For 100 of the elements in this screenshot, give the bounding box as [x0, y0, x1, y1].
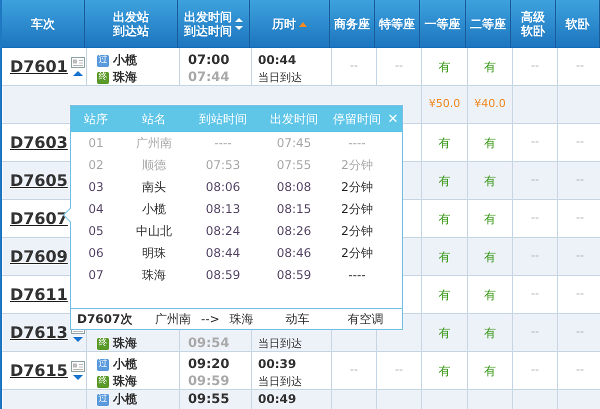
- arrival-station: 珠海: [113, 336, 137, 351]
- column-heading: 出发站 到达站: [113, 10, 149, 38]
- seat-availability: 有: [438, 134, 450, 152]
- route-arrow: -->: [201, 311, 220, 328]
- departure-time: 07:45: [276, 135, 312, 152]
- stop-number: 04: [87, 201, 105, 218]
- column-heading: 出发时间 到达时间: [184, 10, 232, 38]
- seat-availability: --: [531, 286, 539, 302]
- column-heading: 出发时间: [269, 111, 319, 128]
- seat-availability: --: [531, 324, 539, 340]
- arrival-time: 09:54: [188, 336, 230, 351]
- seat-availability: --: [395, 362, 403, 378]
- station-name: 中山北: [135, 223, 173, 240]
- train-number-link[interactable]: D7611: [10, 282, 68, 306]
- departure-time: 09:55: [188, 392, 230, 407]
- arrival-time: 08:59: [204, 267, 242, 284]
- column-heading: 一等座: [424, 17, 460, 31]
- arrival-station: 珠海: [113, 374, 137, 389]
- stop-duration: 2分钟: [340, 223, 374, 240]
- stop-duration: 2分钟: [340, 179, 374, 196]
- air-conditioning: 有空调: [348, 311, 384, 328]
- train-number-link[interactable]: D7615: [10, 358, 68, 382]
- seat-availability: 有: [484, 134, 496, 152]
- arrival-day: 当日到达: [258, 336, 331, 351]
- column-heading: 商务座: [334, 17, 370, 31]
- seat-availability: 有: [484, 324, 496, 342]
- station-name: 小榄: [141, 201, 167, 218]
- stop-duration: 2分钟: [340, 201, 374, 218]
- seat-availability: 有: [438, 248, 450, 266]
- column-heading: 二等座: [470, 17, 506, 31]
- expand-caret-icon[interactable]: [72, 337, 83, 342]
- seat-availability: 有: [438, 286, 450, 304]
- station-name: 顺德: [141, 157, 167, 174]
- departure-station: 小榄: [113, 392, 137, 407]
- seat-availability: --: [531, 248, 539, 264]
- duration: 00:44: [258, 53, 298, 68]
- seat-availability: --: [576, 210, 584, 226]
- station-name: 珠海: [141, 267, 167, 284]
- id-card-icon[interactable]: [70, 361, 85, 372]
- arrival-day: 当日到达: [258, 70, 331, 85]
- train-number-link[interactable]: D7605: [10, 168, 68, 192]
- stop-number: 02: [87, 157, 105, 174]
- sort-icon[interactable]: [235, 17, 243, 31]
- departure-time: 07:55: [276, 157, 312, 174]
- second-class-price: ¥40.0: [474, 96, 506, 112]
- column-heading: 站序: [83, 111, 109, 128]
- arrival-time: 08:13: [204, 201, 242, 218]
- train-number-link[interactable]: D7613: [10, 320, 68, 344]
- column-heading: 历时: [272, 17, 296, 31]
- stop-duration: 2分钟: [340, 157, 374, 174]
- expand-caret-icon[interactable]: [72, 375, 83, 380]
- seat-availability: --: [395, 58, 403, 74]
- first-class-price: ¥50.0: [428, 96, 460, 112]
- stop-number: 06: [87, 245, 105, 262]
- stop-number: 03: [87, 179, 105, 196]
- seat-availability: --: [576, 248, 584, 264]
- seat-availability: --: [531, 172, 539, 188]
- id-card-icon[interactable]: [70, 57, 85, 68]
- stop-duration: ----: [347, 135, 367, 152]
- duration: 00:49: [258, 392, 298, 407]
- duration: 00:39: [258, 357, 298, 372]
- arrival-time: 08:06: [204, 179, 242, 196]
- departure-station: 小榄: [113, 53, 137, 68]
- column-heading: 软卧: [566, 17, 590, 31]
- arrival-time: 07:53: [204, 157, 242, 174]
- station-name: 广州南: [135, 135, 173, 152]
- train-number-link[interactable]: D7609: [10, 244, 68, 268]
- pass-station-badge: 过: [97, 358, 109, 370]
- seat-availability: 有: [484, 172, 496, 190]
- column-heading: 车次: [31, 17, 55, 31]
- arrival-time: 09:59: [188, 374, 230, 389]
- column-heading: 高级 软卧: [521, 10, 545, 38]
- column-heading: 站名: [141, 111, 167, 128]
- departure-time: 08:59: [276, 267, 312, 284]
- departure-time: 09:20: [188, 357, 230, 372]
- seat-availability: 有: [438, 172, 450, 190]
- terminal-station-badge: 终: [97, 376, 109, 388]
- arrival-time: 07:44: [188, 70, 230, 85]
- terminal-station-badge: 终: [97, 72, 109, 84]
- seat-availability: 有: [438, 58, 450, 76]
- train-number-link[interactable]: D7607: [10, 206, 68, 230]
- arrival-time: 08:24: [204, 223, 242, 240]
- arrival-station: 珠海: [113, 70, 137, 85]
- seat-availability: --: [576, 134, 584, 150]
- departure-time: 07:00: [188, 53, 230, 68]
- train-number-link[interactable]: D7601: [10, 54, 68, 78]
- seat-availability: --: [576, 362, 584, 378]
- stop-number: 05: [87, 223, 105, 240]
- seat-availability: --: [576, 172, 584, 188]
- seat-availability: 有: [484, 362, 496, 380]
- seat-availability: --: [350, 362, 358, 378]
- seat-availability: --: [576, 286, 584, 302]
- seat-availability: 有: [438, 324, 450, 342]
- seat-availability: --: [576, 58, 584, 74]
- seat-availability: --: [531, 58, 539, 74]
- train-type: 动车: [286, 311, 310, 328]
- train-number-link[interactable]: D7603: [10, 130, 68, 154]
- seat-availability: --: [350, 58, 358, 74]
- departure-time: 08:08: [276, 179, 312, 196]
- collapse-caret-icon[interactable]: [72, 71, 83, 76]
